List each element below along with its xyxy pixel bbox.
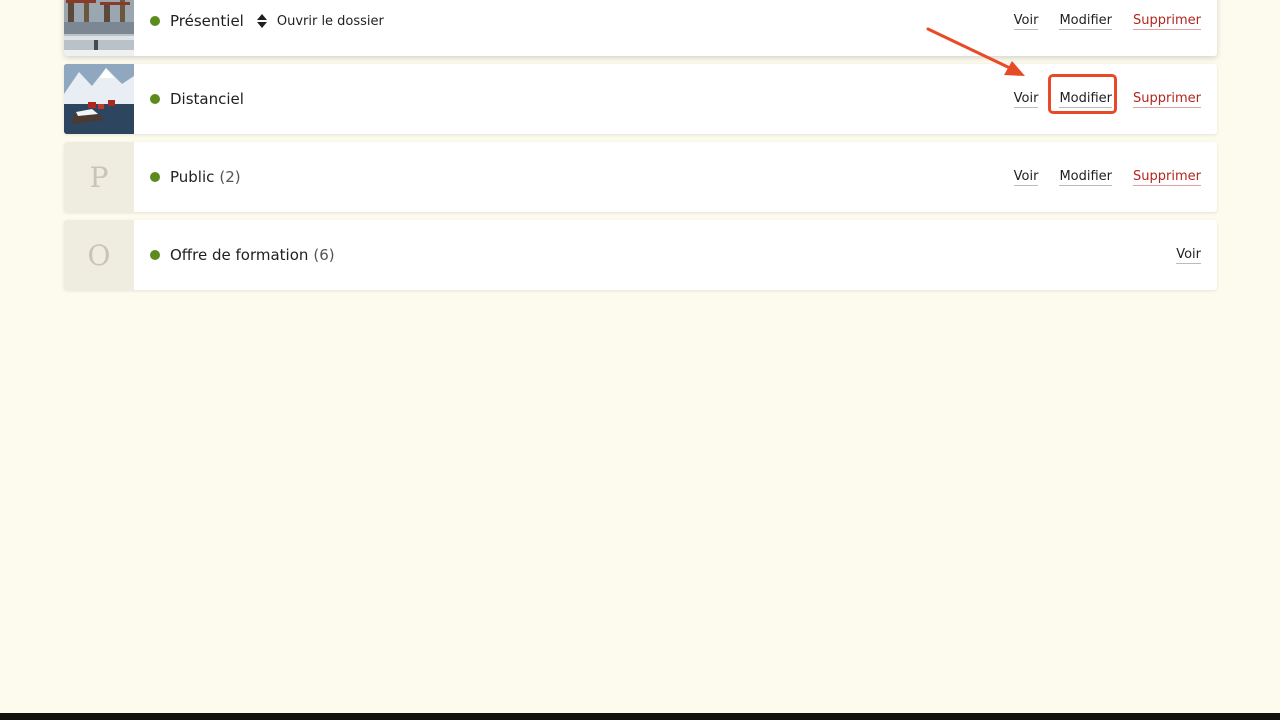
edit-link[interactable]: Modifier xyxy=(1059,169,1113,186)
edit-link[interactable]: Modifier xyxy=(1059,13,1113,30)
row-title: Offre de formation xyxy=(170,246,309,264)
list-item-offre-de-formation: O Offre de formation (6) Voir xyxy=(64,220,1217,290)
status-dot xyxy=(150,172,160,182)
row-title: Distanciel xyxy=(170,90,244,108)
row-actions: Voir xyxy=(1155,220,1201,290)
bottom-bar xyxy=(0,713,1280,720)
view-link[interactable]: Voir xyxy=(1013,13,1039,30)
thumbnail-letter: O xyxy=(64,220,134,290)
view-link[interactable]: Voir xyxy=(1013,91,1039,108)
open-folder-link[interactable]: Ouvrir le dossier xyxy=(277,14,384,29)
row-actions: Voir Modifier Supprimer xyxy=(993,0,1201,56)
view-link[interactable]: Voir xyxy=(1013,169,1039,186)
list-item-distanciel: Distanciel Voir Modifier Supprimer xyxy=(64,64,1217,134)
row-title: Public xyxy=(170,168,215,186)
row-count: (2) xyxy=(219,168,241,186)
status-dot xyxy=(150,94,160,104)
folder-list: Présentiel Ouvrir le dossier Voir Modifi… xyxy=(64,0,1217,298)
thumbnail-image xyxy=(64,64,134,134)
sort-updown-icon[interactable] xyxy=(256,14,267,28)
delete-link[interactable]: Supprimer xyxy=(1133,13,1201,30)
row-count: (6) xyxy=(313,246,335,264)
thumbnail-letter: P xyxy=(64,142,134,212)
row-actions: Voir Modifier Supprimer xyxy=(993,142,1201,212)
delete-link[interactable]: Supprimer xyxy=(1133,91,1201,108)
highlight-box xyxy=(1048,74,1117,114)
list-item-public: P Public (2) Voir Modifier Supprimer xyxy=(64,142,1217,212)
thumbnail-image xyxy=(64,0,134,56)
row-title: Présentiel xyxy=(170,12,244,30)
list-item-presentiel: Présentiel Ouvrir le dossier Voir Modifi… xyxy=(64,0,1217,56)
status-dot xyxy=(150,250,160,260)
status-dot xyxy=(150,16,160,26)
delete-link[interactable]: Supprimer xyxy=(1133,169,1201,186)
view-link[interactable]: Voir xyxy=(1176,247,1201,264)
